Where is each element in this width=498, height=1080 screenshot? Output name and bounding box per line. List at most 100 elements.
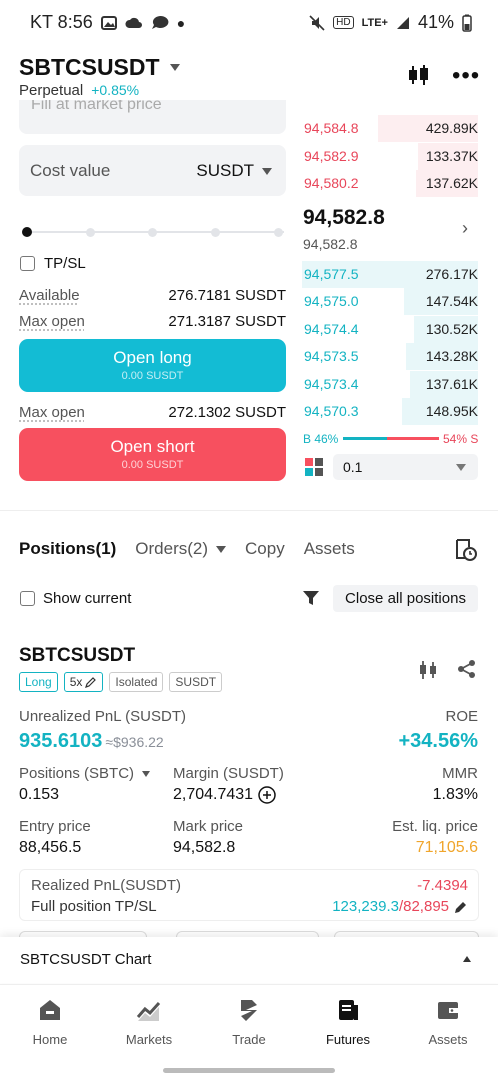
realized-pnl-value: -7.4394 [417, 877, 468, 894]
position-size-label[interactable]: Positions (SBTC) [19, 765, 151, 782]
markets-icon [136, 1001, 161, 1021]
margin: 2,704.7431 [173, 786, 276, 804]
ask-row[interactable]: 94,582.9 133.37K [302, 143, 478, 170]
available-label: Available [19, 287, 80, 304]
slider-step[interactable] [148, 228, 157, 237]
contract-type: Perpetual [19, 82, 84, 99]
leverage-tag[interactable]: 5x [63, 672, 104, 692]
nav-trade[interactable]: Trade [209, 997, 289, 1047]
bid-row[interactable]: 94,573.4 137.61K [302, 371, 478, 398]
unrealized-pnl-usd: ≈$936.22 [105, 734, 164, 750]
show-current-label: Show current [43, 590, 132, 607]
chat-icon [151, 15, 169, 29]
futures-icon [339, 1000, 358, 1020]
price-placeholder: Fill at market price [31, 100, 162, 113]
candlestick-icon[interactable] [406, 64, 430, 86]
slider-step[interactable] [274, 228, 283, 237]
tpsl-values[interactable]: 123,239.3/82,895 [332, 898, 468, 915]
position-tabs: Positions(1) Orders(2) Copy Assets [19, 539, 355, 559]
pair-selector[interactable]: SBTCSUSDT [19, 54, 180, 81]
side-tag: Long [19, 672, 58, 692]
bid-price: 94,573.4 [304, 376, 359, 392]
bid-row[interactable]: 94,573.5 143.28K [302, 343, 478, 370]
chart-icon[interactable] [417, 660, 439, 680]
bid-row[interactable]: 94,577.5 276.17K [302, 261, 478, 288]
show-current-checkbox[interactable] [20, 591, 35, 606]
mmr-label: MMR [442, 765, 478, 782]
nav-home-label: Home [32, 1032, 68, 1047]
open-short-button[interactable]: Open short 0.00 SUSDT [19, 428, 286, 481]
bid-qty: 147.54K [425, 293, 478, 309]
precision-select[interactable]: 0.1 [333, 454, 478, 480]
bid-price: 94,573.5 [304, 348, 359, 364]
signal-icon [396, 16, 409, 29]
unit-selector[interactable]: SUSDT [196, 161, 272, 181]
tab-positions[interactable]: Positions(1) [19, 539, 116, 559]
add-margin-icon[interactable] [258, 786, 276, 804]
ask-row[interactable]: 94,580.2 137.62K [302, 170, 478, 197]
close-all-positions-button[interactable]: Close all positions [333, 585, 478, 612]
show-current-toggle[interactable]: Show current [20, 590, 131, 607]
edit-icon[interactable] [454, 900, 468, 914]
home-indicator[interactable] [163, 1068, 335, 1073]
wallet-icon [438, 1002, 458, 1019]
unrealized-pnl-value: 935.6103 [19, 730, 103, 752]
bid-row[interactable]: 94,570.3 148.95K [302, 398, 478, 425]
nav-markets[interactable]: Markets [109, 997, 189, 1047]
share-icon[interactable] [457, 659, 477, 679]
tab-copy[interactable]: Copy [245, 539, 285, 559]
roe-label: ROE [445, 708, 478, 725]
slider-step[interactable] [86, 228, 95, 237]
ratio-bar-buy [343, 437, 388, 440]
bid-qty: 276.17K [425, 266, 478, 282]
filter-icon[interactable] [302, 590, 320, 606]
chevron-down-icon [262, 167, 272, 175]
tab-orders[interactable]: Orders(2) [135, 539, 227, 559]
open-long-button[interactable]: Open long 0.00 SUSDT [19, 339, 286, 392]
ask-row[interactable]: 94,584.8 429.89K [302, 115, 478, 142]
status-bar: KT 8:56 ● HD LTE+ 41% [0, 0, 498, 44]
bid-qty: 143.28K [425, 348, 478, 364]
open-long-amount: 0.00 SUSDT [121, 370, 184, 382]
position-symbol: SBTCSUSDT [19, 645, 136, 666]
cost-value-input[interactable]: Cost value SUSDT [19, 145, 286, 196]
price-input[interactable]: Fill at market price [19, 100, 286, 134]
nav-home[interactable]: Home [10, 997, 90, 1047]
slider-handle[interactable] [22, 227, 32, 237]
dot-icon: ● [176, 14, 186, 31]
tab-assets[interactable]: Assets [304, 539, 355, 559]
cost-label: Cost value [30, 161, 111, 180]
entry-price-value: 88,456.5 [19, 839, 82, 856]
tpsl-checkbox[interactable] [20, 256, 35, 271]
more-icon[interactable]: ••• [452, 62, 480, 90]
open-short-amount: 0.00 SUSDT [121, 459, 184, 471]
slider-step[interactable] [211, 228, 220, 237]
ask-price: 94,584.8 [304, 120, 359, 136]
max-open-label: Max open [19, 404, 85, 421]
edit-icon [85, 677, 97, 688]
chevron-right-icon[interactable]: › [462, 218, 468, 239]
history-icon[interactable] [455, 537, 477, 561]
chart-bar[interactable]: SBTCSUSDT Chart [0, 937, 498, 983]
unit-label: SUSDT [196, 161, 254, 180]
tpsl-toggle[interactable]: TP/SL [20, 255, 86, 272]
max-open-short-value: 272.1302 SUSDT [168, 404, 286, 421]
hd-icon: HD [333, 16, 354, 29]
bid-row[interactable]: 94,575.0 147.54K [302, 288, 478, 315]
unrealized-pnl-label: Unrealized PnL (SUSDT) [19, 708, 186, 725]
battery-icon [462, 14, 472, 32]
depth-layout-icon[interactable] [305, 458, 323, 476]
ask-price: 94,580.2 [304, 175, 359, 191]
contract-info: Perpetual +0.85% [19, 82, 139, 99]
position-tags: Long 5x Isolated SUSDT [19, 672, 223, 692]
home-icon [40, 1000, 60, 1020]
bid-qty: 137.61K [425, 376, 478, 392]
last-price: 94,582.8 [303, 206, 385, 229]
nav-assets[interactable]: Assets [408, 997, 488, 1047]
tp-value: 123,239.3 [332, 898, 399, 915]
margin-label: Margin (SUSDT) [173, 765, 284, 782]
sl-value: /82,895 [398, 898, 449, 915]
nav-futures[interactable]: Futures [308, 997, 388, 1047]
bid-row[interactable]: 94,574.4 130.52K [302, 316, 478, 343]
trade-icon [241, 1000, 257, 1021]
